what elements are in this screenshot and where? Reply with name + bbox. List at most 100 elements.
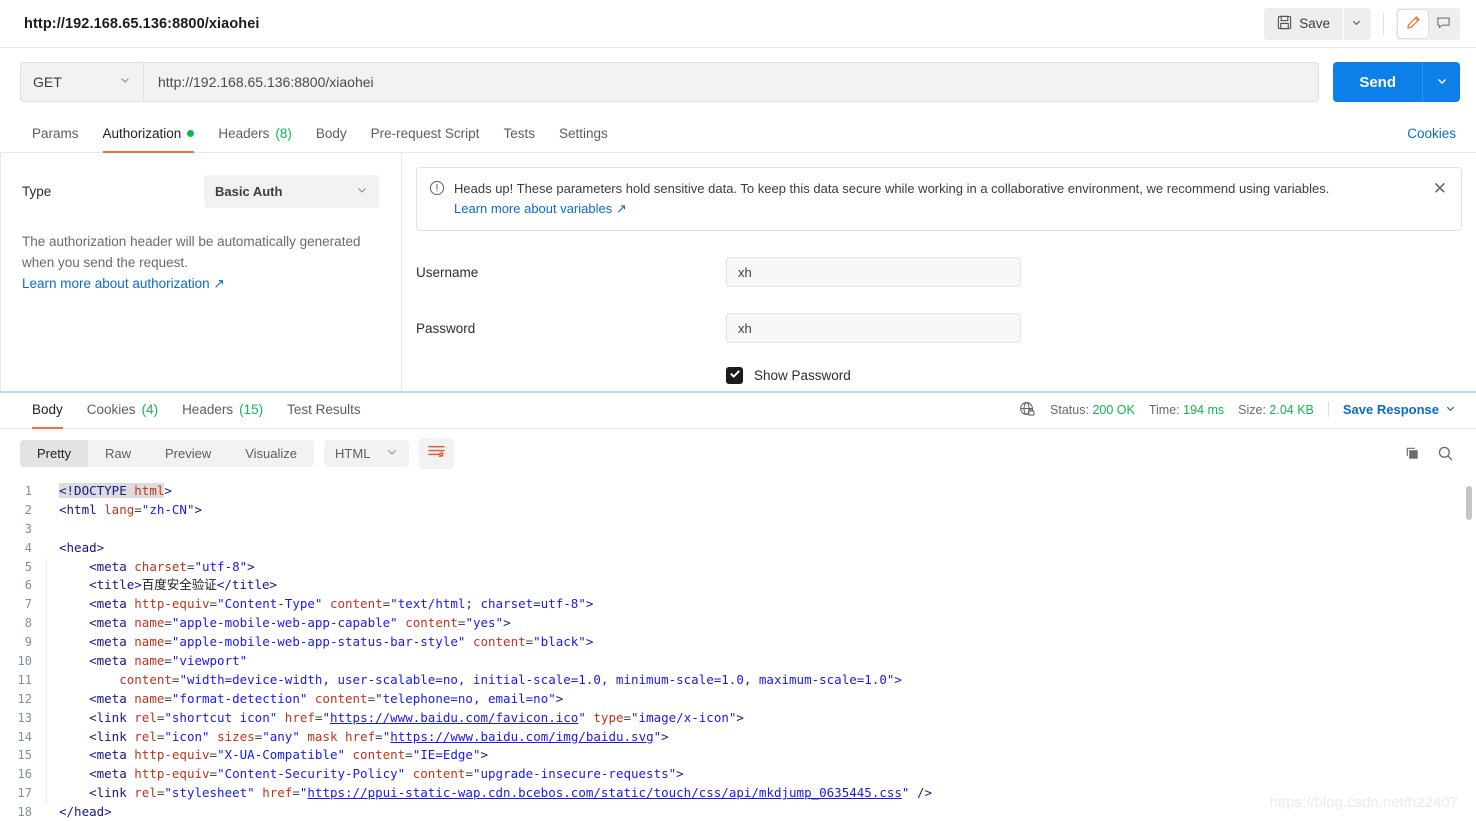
tab-label: Settings (558, 126, 608, 141)
headers-count-badge: (8) (275, 126, 292, 141)
code-line-text: <link rel="shortcut icon" href="https://… (46, 708, 1476, 728)
view-mode-visualize[interactable]: Visualize (228, 440, 314, 467)
authorization-fields-pane: Heads up! These parameters hold sensitiv… (402, 153, 1476, 391)
code-line-number: 7 (24, 597, 32, 612)
response-tab-cookies[interactable]: Cookies (4) (75, 402, 170, 428)
auth-learn-more-link[interactable]: Learn more about authorization ↗ (22, 274, 367, 295)
code-line: 17 <link rel="stylesheet" href="https://… (0, 784, 1476, 804)
response-tab-body[interactable]: Body (20, 402, 75, 429)
auth-type-row: Type Basic Auth (22, 175, 379, 208)
banner-variables-link[interactable]: Learn more about variables ↗ (454, 199, 1422, 219)
code-line-text: </head> (59, 804, 112, 820)
response-toolbar: Pretty Raw Preview Visualize HTML (0, 429, 1476, 478)
edit-request-button[interactable] (1398, 9, 1428, 38)
code-line: 15 <meta http-equiv="X-UA-Compatible" co… (0, 746, 1476, 766)
tab-label: Authorization (102, 126, 182, 141)
tab-authorization[interactable]: Authorization (91, 126, 207, 153)
username-input[interactable] (726, 257, 1021, 288)
code-line-text: <title>百度安全验证</title> (46, 576, 1476, 596)
save-options-button[interactable] (1344, 7, 1371, 40)
code-line: 5 <meta charset="utf-8"> (0, 557, 1476, 577)
tab-params[interactable]: Params (20, 126, 91, 152)
globe-lock-icon (1019, 401, 1036, 418)
response-format-value: HTML (335, 446, 371, 461)
authorization-type-pane: Type Basic Auth The authorization header… (0, 153, 402, 391)
response-tab-headers[interactable]: Headers (15) (170, 402, 275, 428)
code-line-text: <link rel="stylesheet" href="https://ppu… (46, 784, 1476, 804)
response-tab-test-results[interactable]: Test Results (275, 402, 373, 428)
code-line-number: 11 (17, 672, 32, 687)
code-line-number: 16 (17, 767, 32, 782)
tab-label: Headers (182, 402, 234, 417)
authorization-panel: Type Basic Auth The authorization header… (0, 153, 1476, 393)
time-value: 194 ms (1183, 402, 1225, 417)
tab-label: Body (32, 402, 63, 417)
show-password-checkbox[interactable] (726, 367, 743, 385)
comment-button[interactable] (1428, 10, 1458, 38)
code-line: 3 (0, 520, 1476, 539)
url-bar: GET Send (0, 48, 1476, 116)
save-response-button[interactable]: Save Response (1343, 402, 1456, 417)
chevron-down-icon (119, 73, 131, 91)
code-line: 9 <meta name="apple-mobile-web-app-statu… (0, 633, 1476, 653)
code-line: 6 <title>百度安全验证</title> (0, 576, 1476, 596)
show-password-row: Show Password (416, 367, 1462, 385)
tab-headers[interactable]: Headers (8) (206, 126, 304, 152)
close-icon[interactable]: ✕ (1431, 179, 1449, 198)
http-method-label: GET (33, 74, 62, 90)
size-label: Size: (1238, 402, 1266, 417)
cookies-link[interactable]: Cookies (1407, 126, 1456, 152)
code-line-text: <meta name="format-detection" content="t… (46, 689, 1476, 709)
view-mode-preview[interactable]: Preview (148, 440, 228, 467)
chevron-down-icon (1445, 402, 1456, 417)
title-bar: http://192.168.65.136:8800/xiaohei Save (0, 0, 1476, 48)
response-toolbar-actions (1404, 445, 1460, 462)
auth-type-select[interactable]: Basic Auth (204, 175, 379, 208)
code-line-number: 5 (24, 559, 32, 574)
http-method-select[interactable]: GET (20, 62, 143, 102)
tab-pre-request-script[interactable]: Pre-request Script (359, 126, 492, 152)
code-line-number: 6 (24, 578, 32, 593)
code-line: 4 <head> (0, 539, 1476, 558)
word-wrap-icon (427, 443, 446, 464)
tab-settings[interactable]: Settings (547, 126, 620, 152)
send-options-button[interactable] (1422, 62, 1460, 102)
tab-tests[interactable]: Tests (491, 126, 547, 152)
tab-body[interactable]: Body (304, 126, 359, 152)
response-view-modes: Pretty Raw Preview Visualize (20, 440, 315, 467)
code-line: 2 <html lang="zh-CN"> (0, 501, 1476, 520)
view-mode-raw[interactable]: Raw (88, 440, 148, 467)
tab-label: Test Results (287, 402, 361, 417)
chevron-down-icon (386, 446, 398, 461)
response-body-code[interactable]: 1 <!DOCTYPE html> 2 <html lang="zh-CN"> 3 4 <h… (0, 478, 1476, 821)
code-line-text: content="width=device-width, user-scalab… (46, 670, 1476, 690)
save-button-group: Save (1264, 7, 1371, 40)
code-line: 18 </head> (0, 803, 1476, 821)
code-line-text: <meta name="viewport" (46, 652, 1476, 671)
cookies-count-badge: (4) (141, 402, 159, 417)
save-button[interactable]: Save (1264, 7, 1343, 40)
code-line-number: 8 (24, 616, 32, 631)
status-label: Status: (1050, 402, 1089, 417)
code-line-text: <head> (59, 539, 105, 555)
code-line-text: <meta http-equiv="Content-Security-Polic… (46, 765, 1476, 785)
copy-icon[interactable] (1404, 445, 1421, 462)
response-format-select[interactable]: HTML (324, 440, 410, 467)
code-scrollbar[interactable] (1466, 486, 1472, 520)
request-tabs: Params Authorization Headers (8) Body Pr… (0, 116, 1476, 153)
pencil-icon (1406, 15, 1421, 33)
code-line-text: <meta http-equiv="X-UA-Compatible" conte… (46, 746, 1476, 766)
url-input[interactable] (143, 62, 1320, 102)
password-input[interactable] (726, 313, 1021, 344)
word-wrap-button[interactable] (419, 438, 455, 469)
search-icon[interactable] (1437, 445, 1454, 462)
send-button[interactable]: Send (1333, 62, 1422, 102)
view-mode-pretty[interactable]: Pretty (20, 440, 88, 467)
code-line-number: 2 (24, 502, 32, 517)
code-line-text: <meta name="apple-mobile-web-app-capable… (46, 614, 1476, 634)
code-line-number: 10 (17, 654, 32, 669)
floppy-disk-icon (1277, 15, 1292, 33)
check-icon (729, 367, 741, 385)
code-line-number: 13 (17, 710, 32, 725)
tab-label: Pre-request Script (370, 126, 480, 141)
